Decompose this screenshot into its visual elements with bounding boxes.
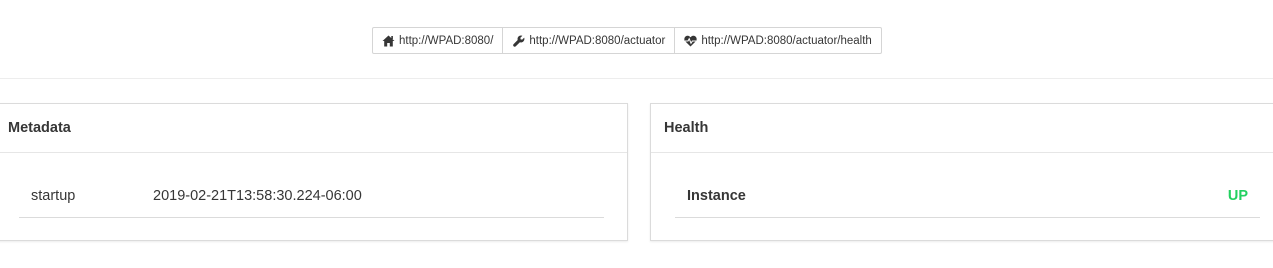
instance-details-page: http://WPAD:8080/ http://WPAD:8080/actua… bbox=[0, 0, 1273, 268]
actuator-url-label: http://WPAD:8080/actuator bbox=[529, 34, 666, 47]
metadata-card-header: Metadata bbox=[0, 104, 627, 153]
instance-label: Instance bbox=[687, 188, 746, 204]
home-icon bbox=[382, 35, 395, 47]
health-title: Health bbox=[664, 120, 709, 136]
metadata-card: Metadata startup 2019-02-21T13:58:30.224… bbox=[0, 103, 628, 241]
metadata-value: 2019-02-21T13:58:30.224-06:00 bbox=[153, 188, 362, 204]
actuator-url-link[interactable]: http://WPAD:8080/actuator bbox=[502, 27, 676, 54]
metadata-key: startup bbox=[31, 188, 76, 204]
metadata-row: startup 2019-02-21T13:58:30.224-06:00 bbox=[19, 175, 604, 218]
health-card: Health Instance UP bbox=[650, 103, 1273, 241]
health-url-label: http://WPAD:8080/actuator/health bbox=[701, 34, 872, 47]
endpoint-links: http://WPAD:8080/ http://WPAD:8080/actua… bbox=[372, 27, 882, 54]
health-instance-row: Instance UP bbox=[675, 175, 1260, 218]
health-url-link[interactable]: http://WPAD:8080/actuator/health bbox=[674, 27, 882, 54]
status-badge: UP bbox=[1227, 188, 1248, 204]
home-url-label: http://WPAD:8080/ bbox=[399, 34, 494, 47]
metadata-title: Metadata bbox=[8, 120, 71, 136]
header-divider bbox=[0, 78, 1273, 79]
heartbeat-icon bbox=[684, 35, 698, 47]
home-url-link[interactable]: http://WPAD:8080/ bbox=[372, 27, 504, 54]
health-card-header: Health bbox=[651, 104, 1273, 153]
wrench-icon bbox=[512, 34, 525, 47]
